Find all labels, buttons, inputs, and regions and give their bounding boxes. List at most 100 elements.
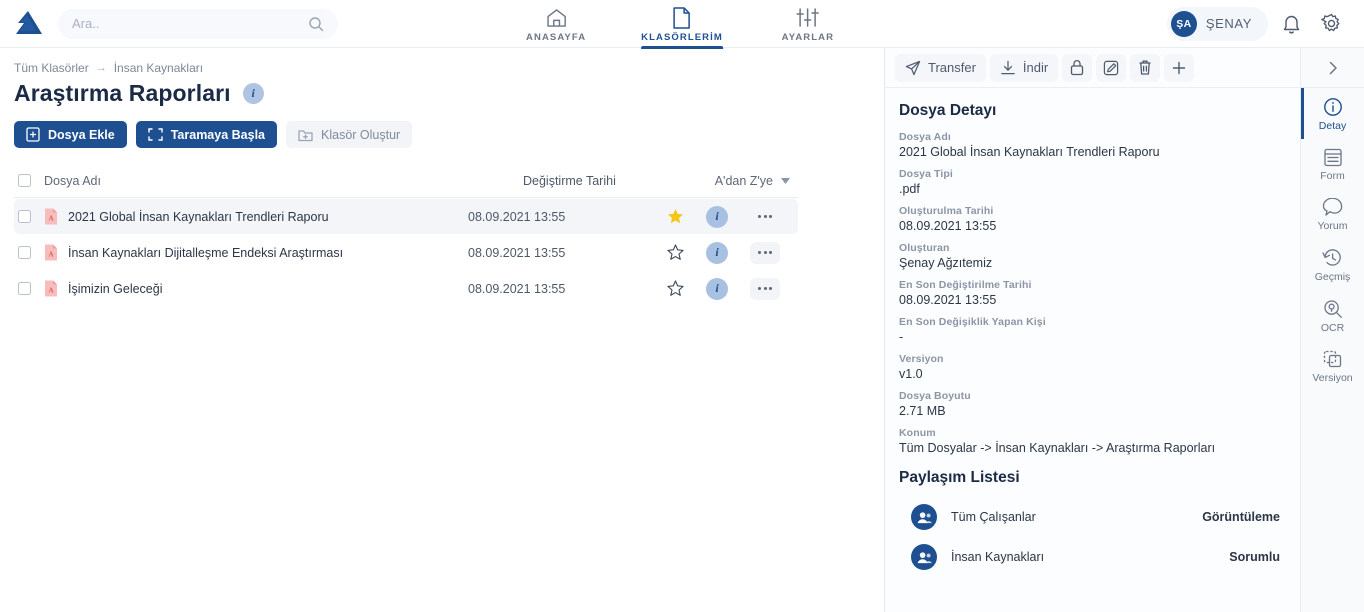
folder-info-icon[interactable]: i: [242, 83, 264, 104]
avatar: ŞA: [1170, 10, 1197, 37]
breadcrumb-current[interactable]: İnsan Kaynakları: [114, 61, 203, 75]
table-row[interactable]: A 2021 Global İnsan Kaynakları Trendleri…: [14, 199, 798, 234]
main-navigation: ANASAYFA KLASÖRLERİM AYARLAR: [517, 0, 847, 49]
row-more-button[interactable]: [750, 277, 780, 300]
ocr-scan-icon: [1323, 299, 1343, 319]
row-select-cell[interactable]: [14, 246, 44, 259]
favorite-star-icon[interactable]: [667, 244, 684, 261]
detail-body: Dosya Detayı Dosya Adı 2021 Global İnsan…: [885, 88, 1300, 612]
tab-detay[interactable]: Detay: [1301, 88, 1364, 139]
create-folder-button[interactable]: Klasör Oluştur: [286, 121, 413, 148]
lock-icon: [1069, 59, 1085, 76]
send-icon: [905, 60, 921, 76]
favorite-star-icon[interactable]: [667, 280, 684, 297]
field-label: Dosya Tipi: [899, 168, 953, 180]
transfer-button[interactable]: Transfer: [895, 53, 986, 82]
breadcrumb-separator-icon: →: [95, 62, 107, 74]
row-checkbox[interactable]: [18, 210, 31, 223]
svg-text:A: A: [48, 287, 53, 295]
favorite-star-icon[interactable]: [667, 208, 684, 225]
user-menu[interactable]: ŞA ŞENAY: [1166, 6, 1268, 41]
tab-label-versiyon: Versiyon: [1312, 372, 1353, 384]
share-list-item[interactable]: Tüm Çalışanlar Görüntüleme: [899, 497, 1284, 537]
select-all-checkbox[interactable]: [18, 174, 31, 187]
delete-button[interactable]: [1130, 53, 1161, 82]
trash-icon: [1137, 59, 1153, 76]
share-name: Tüm Çalışanlar: [951, 510, 1036, 524]
row-info-button[interactable]: i: [706, 277, 728, 300]
tab-ocr[interactable]: OCR: [1301, 290, 1364, 341]
pdf-file-icon: A: [44, 244, 58, 261]
lock-button[interactable]: [1062, 53, 1093, 82]
field-value: .pdf: [899, 182, 920, 196]
dot: [769, 287, 772, 290]
field-value: 2021 Global İnsan Kaynakları Trendleri R…: [899, 145, 1160, 159]
field-value: Tüm Dosyalar -> İnsan Kaynakları -> Araş…: [899, 441, 1216, 455]
row-more-button[interactable]: [750, 206, 780, 228]
sliders-icon: [796, 7, 820, 29]
row-actions: i: [633, 277, 798, 300]
page-title: Araştırma Raporları: [14, 80, 231, 106]
tab-gecmis[interactable]: Geçmiş: [1301, 239, 1364, 290]
nav-label-anasayfa: ANASAYFA: [526, 31, 587, 43]
versions-icon: [1323, 350, 1343, 369]
field-label: En Son Değiştirilme Tarihi: [899, 279, 1032, 291]
file-name: İşimizin Geleceği: [68, 281, 163, 296]
row-more-button[interactable]: [750, 241, 780, 264]
row-select-cell[interactable]: [14, 210, 44, 223]
share-list-title: Paylaşım Listesi: [899, 469, 1020, 486]
tab-yorum[interactable]: Yorum: [1301, 189, 1364, 239]
tab-form[interactable]: Form: [1301, 139, 1364, 189]
dot: [763, 287, 767, 290]
row-checkbox[interactable]: [18, 282, 31, 295]
detail-field: Dosya Tipi .pdf: [899, 168, 1284, 196]
history-icon: [1322, 248, 1343, 268]
search-icon[interactable]: [308, 16, 324, 32]
row-info-button[interactable]: i: [706, 241, 728, 264]
table-row[interactable]: A İşimizin Geleceği 08.09.2021 13:55 i: [14, 271, 798, 306]
file-table: Dosya Adı Değiştirme Tarihi A'dan Z'ye A…: [14, 170, 798, 306]
edit-button[interactable]: [1096, 53, 1127, 82]
nav-item-ayarlar[interactable]: AYARLAR: [769, 7, 847, 48]
row-date: 08.09.2021 13:55: [468, 245, 566, 260]
sort-dropdown[interactable]: A'dan Z'ye: [688, 174, 798, 188]
row-actions: i: [633, 241, 798, 264]
header-file-name[interactable]: Dosya Adı: [44, 174, 523, 188]
select-all-cell[interactable]: [14, 174, 44, 187]
download-button[interactable]: İndir: [989, 53, 1059, 82]
group-icon: [911, 544, 937, 570]
row-info-button[interactable]: i: [706, 205, 728, 228]
table-row[interactable]: A İnsan Kaynakları Dijitalleşme Endeksi …: [14, 235, 798, 270]
header-modified-date[interactable]: Değiştirme Tarihi: [523, 174, 688, 188]
tab-label-ocr: OCR: [1320, 322, 1345, 334]
detail-field: Konum Tüm Dosyalar -> İnsan Kaynakları -…: [899, 427, 1284, 455]
add-file-button[interactable]: Dosya Ekle: [14, 121, 127, 148]
field-label: En Son Değişiklik Yapan Kişi: [899, 316, 1046, 328]
start-scan-button[interactable]: Taramaya Başla: [135, 121, 277, 148]
user-name: ŞENAY: [1205, 16, 1252, 31]
field-value: Şenay Ağzıtemiz: [899, 256, 993, 270]
home-icon: [546, 7, 567, 29]
detail-field: Dosya Adı 2021 Global İnsan Kaynakları T…: [899, 131, 1284, 159]
collapse-panel-button[interactable]: [1301, 48, 1364, 88]
dot: [758, 287, 761, 290]
row-select-cell[interactable]: [14, 282, 44, 295]
transfer-label: Transfer: [928, 60, 976, 75]
nav-item-klasorlerim[interactable]: KLASÖRLERİM: [641, 6, 723, 49]
nav-item-anasayfa[interactable]: ANASAYFA: [517, 7, 595, 48]
row-checkbox[interactable]: [18, 246, 31, 259]
comment-icon: [1322, 198, 1343, 217]
detail-toolbar: Transfer İndir: [885, 48, 1300, 88]
company-logo[interactable]: [0, 10, 52, 38]
add-button[interactable]: [1164, 53, 1195, 82]
tab-versiyon[interactable]: Versiyon: [1301, 341, 1364, 391]
breadcrumb-root[interactable]: Tüm Klasörler: [14, 61, 89, 75]
search-input[interactable]: [72, 16, 324, 31]
settings-button[interactable]: [1314, 7, 1348, 41]
plus-icon: [1171, 60, 1187, 76]
search-box[interactable]: [58, 8, 338, 39]
field-label: Versiyon: [899, 353, 944, 365]
notifications-button[interactable]: [1274, 7, 1308, 41]
share-list-item[interactable]: İnsan Kaynakları Sorumlu: [899, 537, 1284, 577]
chevron-down-icon: [781, 177, 790, 184]
